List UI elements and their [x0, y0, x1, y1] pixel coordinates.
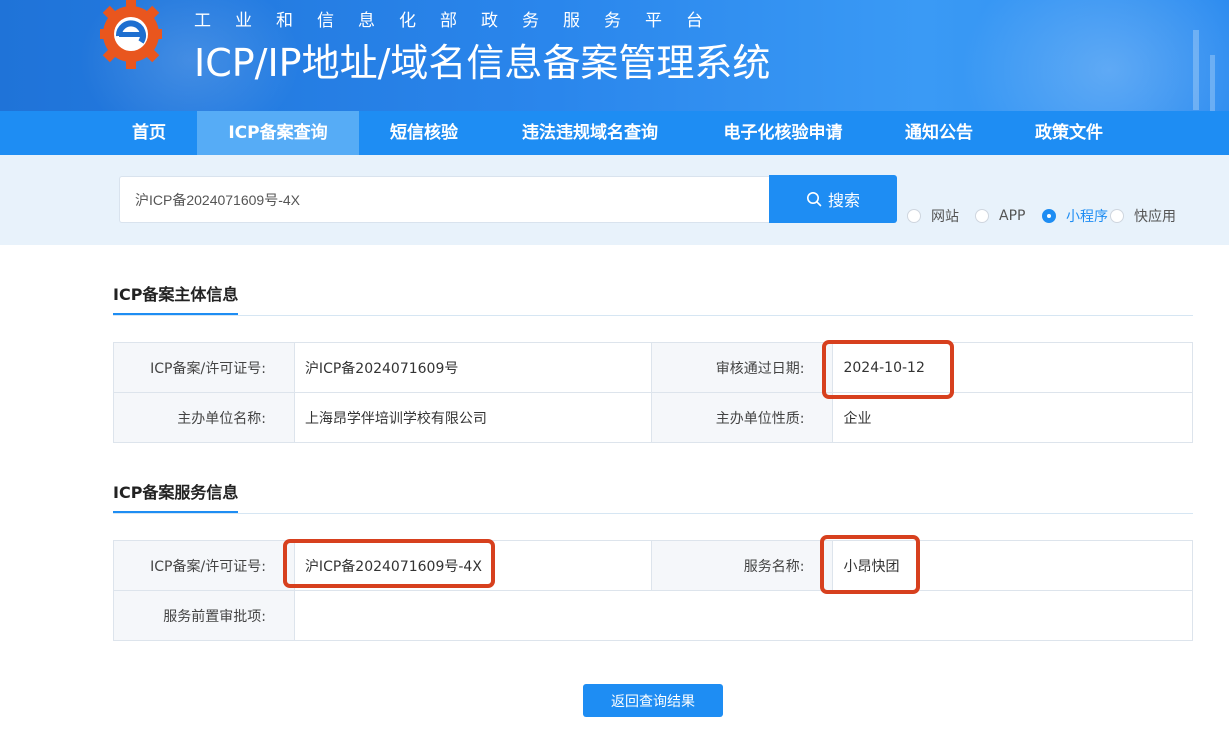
service-preapproval-label: 服务前置审批项: — [113, 590, 295, 641]
radio-website[interactable]: 网站 — [907, 207, 959, 225]
search-icon — [806, 192, 822, 207]
site-header: 工业和信息化部政务服务平台 ICP/IP地址/域名信息备案管理系统 — [0, 0, 1229, 111]
section-divider — [113, 513, 1193, 514]
org-type-label: 主办单位性质: — [650, 392, 834, 443]
service-license-value: 沪ICP备2024071609号-4X — [293, 540, 652, 591]
nav-item-policy-docs[interactable]: 政策文件 — [1012, 111, 1126, 155]
site-title: ICP/IP地址/域名信息备案管理系统 — [194, 41, 771, 85]
search-button-label: 搜索 — [827, 191, 860, 210]
service-license-label: ICP备案/许可证号: — [113, 540, 295, 591]
radio-quick-app[interactable]: 快应用 — [1110, 207, 1176, 225]
nav-item-home[interactable]: 首页 — [102, 111, 196, 155]
section-divider — [113, 315, 1193, 316]
ministry-gear-logo-icon — [100, 0, 162, 69]
search-input[interactable] — [119, 176, 769, 223]
subject-section-title: ICP备案主体信息 — [113, 281, 239, 315]
header-glow — [949, 0, 1229, 111]
service-preapproval-value — [293, 590, 1194, 641]
table-row: 主办单位名称: 上海昂学伴培训学校有限公司 主办单位性质: 企业 — [113, 392, 1193, 443]
license-value: 沪ICP备2024071609号 — [293, 342, 652, 393]
service-name-value: 小昂快团 — [832, 540, 1193, 591]
radio-label: 网站 — [931, 209, 959, 225]
license-label: ICP备案/许可证号: — [113, 342, 295, 393]
subject-info-table: ICP备案/许可证号: 沪ICP备2024071609号 审核通过日期: 202… — [113, 342, 1193, 443]
radio-dot — [975, 209, 989, 223]
main-nav: 首页 ICP备案查询 短信核验 违法违规域名查询 电子化核验申请 通知公告 政策… — [0, 111, 1229, 155]
radio-label: 小程序 — [1066, 209, 1108, 225]
service-section-title: ICP备案服务信息 — [113, 479, 239, 513]
nav-item-sms-verify[interactable]: 短信核验 — [365, 111, 483, 155]
table-row: ICP备案/许可证号: 沪ICP备2024071609号-4X 服务名称: 小昂… — [113, 540, 1193, 591]
radio-app[interactable]: APP — [975, 207, 1025, 225]
search-button[interactable]: 搜索 — [769, 175, 897, 223]
search-area: 搜索 网站 APP 小程序 快应用 — [0, 155, 1229, 245]
radio-dot — [1042, 209, 1056, 223]
nav-item-illegal-domain-query[interactable]: 违法违规域名查询 — [500, 111, 680, 155]
radio-dot — [907, 209, 921, 223]
table-row: ICP备案/许可证号: 沪ICP备2024071609号 审核通过日期: 202… — [113, 342, 1193, 393]
back-to-results-button[interactable]: 返回查询结果 — [583, 684, 723, 717]
radio-label: 快应用 — [1134, 209, 1176, 225]
org-type-value: 企业 — [832, 392, 1193, 443]
table-row: 服务前置审批项: — [113, 590, 1194, 641]
service-name-label: 服务名称: — [650, 540, 834, 591]
header-decoration — [1210, 55, 1215, 111]
service-info-table: ICP备案/许可证号: 沪ICP备2024071609号-4X 服务名称: 小昂… — [113, 540, 1194, 641]
org-name-label: 主办单位名称: — [113, 392, 295, 443]
approve-date-label: 审核通过日期: — [650, 342, 834, 393]
nav-item-electronic-verify[interactable]: 电子化核验申请 — [702, 111, 864, 155]
radio-dot — [1110, 209, 1124, 223]
nav-item-notices[interactable]: 通知公告 — [882, 111, 996, 155]
nav-item-icp-query[interactable]: ICP备案查询 — [197, 111, 359, 155]
radio-mini-program[interactable]: 小程序 — [1042, 207, 1108, 225]
approve-date-value: 2024-10-12 — [832, 342, 1193, 393]
header-decoration — [1193, 30, 1199, 110]
radio-label: APP — [999, 208, 1026, 224]
site-subtitle: 工业和信息化部政务服务平台 — [194, 11, 727, 31]
org-name-value: 上海昂学伴培训学校有限公司 — [293, 392, 652, 443]
